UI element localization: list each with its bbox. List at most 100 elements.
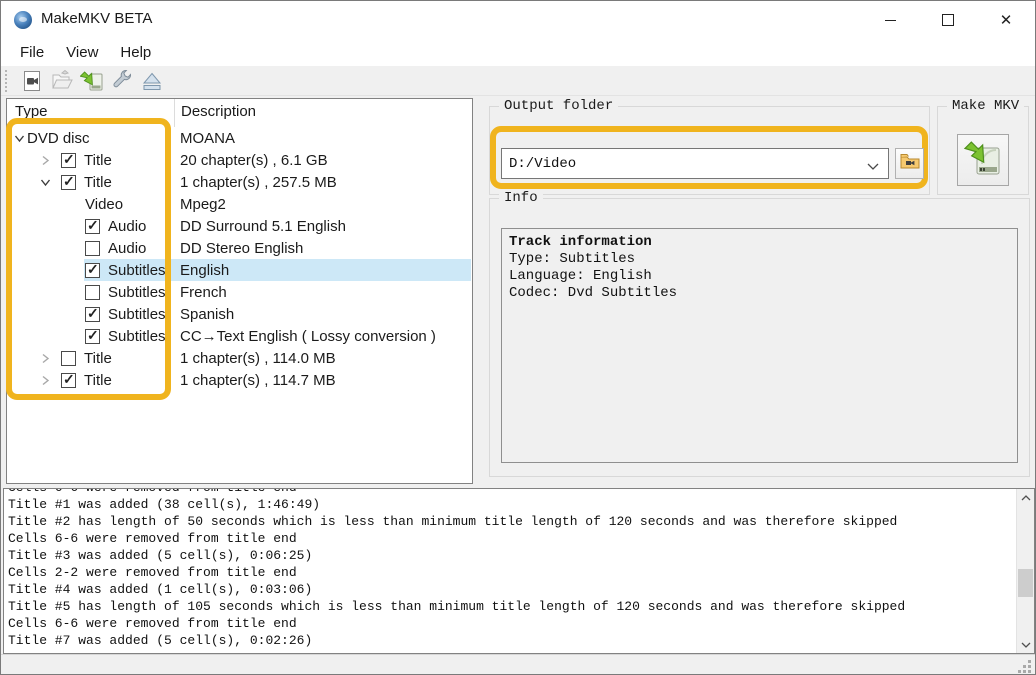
log-line: Title #1 was added (38 cell(s), 1:46:49) bbox=[8, 497, 321, 512]
close-icon: ✕ bbox=[999, 11, 1013, 29]
chevron-right-icon[interactable] bbox=[37, 372, 53, 388]
chevron-down-icon[interactable] bbox=[11, 130, 27, 146]
description-cell: 1 chapter(s) , 114.7 MB bbox=[174, 369, 472, 391]
log-line: Cells 2-2 were removed from title end bbox=[8, 565, 297, 580]
description-cell: MOANA bbox=[174, 127, 472, 149]
description-cell: 1 chapter(s) , 114.0 MB bbox=[174, 347, 472, 369]
checkbox[interactable] bbox=[85, 217, 100, 234]
description-cell: DD Surround 5.1 English bbox=[174, 215, 472, 237]
description-cell: Spanish bbox=[174, 303, 472, 325]
save-mkv-button[interactable] bbox=[77, 68, 106, 94]
type-label: Title bbox=[84, 371, 112, 389]
tree-row[interactable]: DVD disc MOANA bbox=[7, 127, 472, 149]
checkbox[interactable] bbox=[61, 151, 76, 168]
minimize-icon bbox=[884, 19, 896, 21]
log-line: Title #7 was added (5 cell(s), 0:02:26) bbox=[8, 633, 313, 648]
chevron-down-icon[interactable] bbox=[37, 174, 53, 190]
tree-rows: DVD disc MOANA Title 20 chapter(s) , 6.1 GB… bbox=[7, 127, 472, 391]
description-cell: DD Stereo English bbox=[174, 237, 472, 259]
type-label: Subtitles bbox=[108, 261, 166, 279]
output-folder-label: Output folder bbox=[499, 98, 619, 114]
scroll-up-button[interactable] bbox=[1017, 489, 1034, 506]
type-cell: Subtitles bbox=[7, 259, 174, 281]
column-header-type[interactable]: Type bbox=[7, 99, 174, 127]
type-cell: Audio bbox=[7, 237, 174, 259]
resize-grip[interactable] bbox=[1018, 660, 1031, 673]
checkbox[interactable] bbox=[85, 327, 100, 344]
log-output[interactable]: Cells 6-6 were removed from title endTit… bbox=[8, 489, 1016, 653]
type-cell: Audio bbox=[7, 215, 174, 237]
checkbox[interactable] bbox=[85, 240, 100, 256]
description-cell: 20 chapter(s) , 6.1 GB bbox=[174, 149, 472, 171]
description-cell: French bbox=[174, 281, 472, 303]
scroll-down-button[interactable] bbox=[1017, 636, 1034, 653]
tree-row[interactable]: Subtitles French bbox=[7, 281, 472, 303]
checkbox[interactable] bbox=[85, 305, 100, 322]
tree-row[interactable]: Title 1 chapter(s) , 257.5 MB bbox=[7, 171, 472, 193]
log-scrollbar[interactable] bbox=[1016, 489, 1034, 653]
chevron-down-icon bbox=[867, 160, 879, 176]
make-mkv-label: Make MKV bbox=[947, 98, 1025, 114]
type-label: Video bbox=[85, 195, 124, 213]
chevron-right-icon[interactable] bbox=[37, 350, 53, 366]
track-info-box: Track information Type: Subtitles Languag… bbox=[501, 228, 1018, 463]
checkbox[interactable] bbox=[61, 173, 76, 190]
tree-row[interactable]: Subtitles Spanish bbox=[7, 303, 472, 325]
tree-row[interactable]: Title 1 chapter(s) , 114.0 MB bbox=[7, 347, 472, 369]
column-header-description[interactable]: Description bbox=[174, 99, 472, 127]
minimize-button[interactable] bbox=[861, 1, 919, 39]
type-cell: Subtitles bbox=[7, 325, 174, 347]
menu-item-file[interactable]: File bbox=[9, 41, 55, 64]
output-folder-combobox[interactable]: D:/Video bbox=[501, 148, 889, 179]
track-info-line: Language: English bbox=[509, 268, 652, 284]
type-label: Audio bbox=[108, 239, 147, 257]
description-label: 1 chapter(s) , 114.0 MB bbox=[180, 349, 336, 367]
type-label: Title bbox=[84, 151, 112, 169]
tree-row[interactable]: Title 20 chapter(s) , 6.1 GB bbox=[7, 149, 472, 171]
checkbox[interactable] bbox=[85, 284, 100, 300]
title-tree-panel: Type Description DVD disc MOANA Title 20 ch… bbox=[6, 98, 473, 484]
checkbox[interactable] bbox=[85, 261, 100, 278]
tree-row[interactable]: Title 1 chapter(s) , 114.7 MB bbox=[7, 369, 472, 391]
description-label: MOANA bbox=[180, 129, 236, 147]
checkbox[interactable] bbox=[61, 371, 76, 388]
make-mkv-button[interactable] bbox=[957, 134, 1009, 186]
make-mkv-icon bbox=[963, 138, 1003, 183]
log-line-partial: Cells 6-6 were removed from title end bbox=[8, 489, 1016, 496]
type-label: Audio bbox=[108, 217, 147, 235]
scrollbar-thumb[interactable] bbox=[1018, 569, 1033, 597]
chevron-right-icon[interactable] bbox=[37, 152, 53, 168]
browse-folder-button[interactable] bbox=[895, 148, 924, 179]
menu-item-view[interactable]: View bbox=[55, 41, 109, 64]
log-line: Title #5 has length of 105 seconds which… bbox=[8, 599, 906, 614]
log-line: Title #2 has length of 50 seconds which … bbox=[8, 514, 898, 529]
description-label: Mpeg2 bbox=[180, 195, 226, 213]
toolbar bbox=[1, 66, 1035, 96]
tree-row[interactable]: Subtitles English bbox=[7, 259, 472, 281]
open-video-file-button[interactable] bbox=[17, 68, 46, 94]
description-label: CC→Text English ( Lossy conversion ) bbox=[180, 327, 436, 345]
description-label: DD Surround 5.1 English bbox=[180, 217, 346, 235]
tree-row[interactable]: Subtitles CC→Text English ( Lossy convers… bbox=[7, 325, 472, 347]
tree-row[interactable]: Audio DD Stereo English bbox=[7, 237, 472, 259]
type-label: Title bbox=[84, 173, 112, 191]
type-cell: Title bbox=[7, 347, 174, 369]
output-folder-value: D:/Video bbox=[509, 155, 577, 172]
type-cell: Title bbox=[7, 171, 174, 193]
tree-header: Type Description bbox=[7, 99, 472, 127]
maximize-button[interactable] bbox=[919, 1, 977, 39]
type-cell: Title bbox=[7, 149, 174, 171]
close-button[interactable]: ✕ bbox=[977, 1, 1035, 39]
checkbox[interactable] bbox=[61, 350, 76, 366]
open-files-button[interactable] bbox=[47, 68, 76, 94]
type-label: Subtitles bbox=[108, 305, 166, 323]
description-label: English bbox=[180, 261, 230, 279]
tree-row[interactable]: Audio DD Surround 5.1 English bbox=[7, 215, 472, 237]
eject-disc-button[interactable] bbox=[137, 68, 166, 94]
type-label: Subtitles bbox=[108, 327, 166, 345]
menu-item-help[interactable]: Help bbox=[109, 41, 162, 64]
description-label: 1 chapter(s) , 114.7 MB bbox=[180, 371, 336, 389]
tree-row[interactable]: Video Mpeg2 bbox=[7, 193, 472, 215]
preferences-button[interactable] bbox=[107, 68, 136, 94]
toolbar-drag-handle[interactable] bbox=[5, 69, 10, 92]
